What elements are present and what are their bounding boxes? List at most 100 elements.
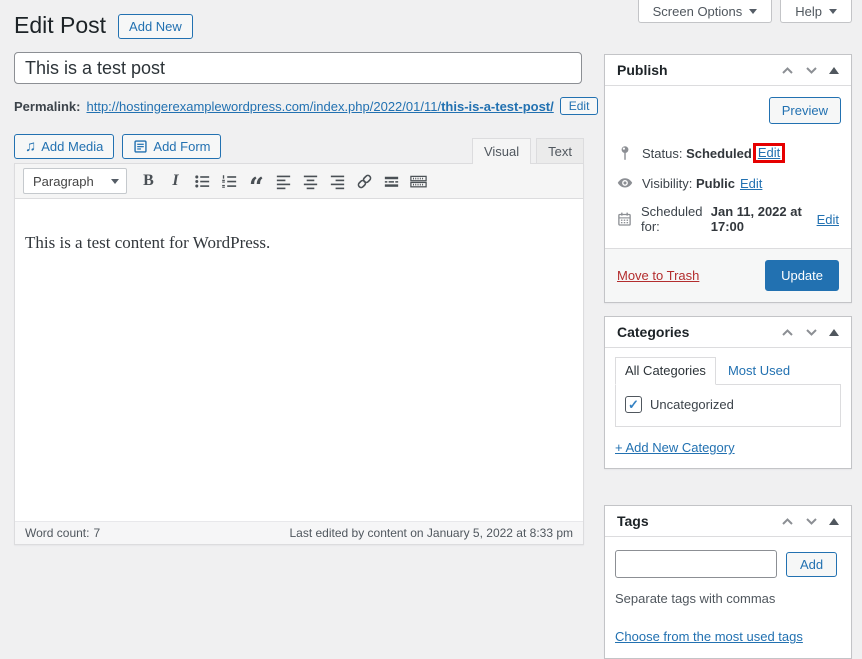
chevron-up-icon[interactable] [781,328,794,337]
screen-meta-links: Screen Options Help [638,0,852,23]
screen-options-button[interactable]: Screen Options [638,0,773,23]
paragraph-select-value: Paragraph [33,174,94,189]
italic-button[interactable]: I [162,168,189,194]
collapse-icon[interactable] [829,67,839,74]
preview-button[interactable]: Preview [769,97,841,124]
category-label: Uncategorized [650,397,734,412]
align-center-button[interactable] [297,168,324,194]
visibility-label: Visibility: [642,176,692,191]
toolbar-toggle-button[interactable] [405,168,432,194]
panel-controls [781,328,839,337]
align-center-icon [301,172,320,191]
tab-visual[interactable]: Visual [472,138,531,164]
add-new-category-link[interactable]: + Add New Category [615,440,735,455]
tab-all-categories[interactable]: All Categories [615,357,716,385]
chevron-down-icon [111,179,119,184]
publish-panel-header[interactable]: Publish [605,55,851,86]
word-count-value: 7 [93,526,100,540]
permalink-link[interactable]: http://hostingerexamplewordpress.com/ind… [86,99,553,114]
bulleted-list-icon [193,172,212,191]
help-button[interactable]: Help [780,0,852,23]
panel-controls [781,517,839,526]
editor: Paragraph B I “ [14,163,584,545]
publish-panel: Publish Preview Status: Scheduled Edit [604,54,852,303]
chevron-down-icon[interactable] [805,66,818,75]
add-form-button[interactable]: Add Form [122,134,221,159]
misc-publishing-actions: Status: Scheduled Edit Visibility: Public… [605,128,851,248]
dropdown-arrow-icon [829,9,837,14]
chevron-up-icon[interactable] [781,66,794,75]
help-label: Help [795,4,822,19]
visibility-edit-link[interactable]: Edit [740,176,762,191]
link-button[interactable] [351,168,378,194]
calendar-icon [617,211,632,227]
word-count-label: Word count: [25,526,89,540]
schedule-edit-link[interactable]: Edit [817,212,839,227]
page-title: Edit Post [14,11,106,41]
visibility-row: Visibility: Public Edit [617,176,839,191]
read-more-button[interactable] [378,168,405,194]
numbered-list-icon [220,172,239,191]
chevron-up-icon[interactable] [781,517,794,526]
numbered-list-button[interactable] [216,168,243,194]
blockquote-button[interactable]: “ [243,168,270,194]
paragraph-select[interactable]: Paragraph [23,168,127,194]
schedule-label: Scheduled for: [641,204,707,234]
post-title-input[interactable] [14,52,582,84]
categories-panel-title: Categories [617,324,689,340]
status-label: Status: [642,146,682,161]
toolbar-toggle-icon [409,172,428,191]
status-edit-link[interactable]: Edit [758,145,780,160]
align-right-icon [328,172,347,191]
visibility-value: Public [696,176,735,191]
status-value: Scheduled [686,146,752,161]
editor-canvas[interactable]: This is a test content for WordPress. [15,199,583,521]
tags-panel: Tags Add Separate tags with commas Choos… [604,505,852,659]
category-tabs: All Categories Most Used [605,348,851,384]
align-left-icon [274,172,293,191]
permalink-url-prefix: http://hostingerexamplewordpress.com/ind… [86,99,441,114]
schedule-row: Scheduled for: Jan 11, 2022 at 17:00 Edi… [617,204,839,234]
add-form-label: Add Form [153,139,210,154]
media-buttons: ♫ Add Media Add Form [14,134,221,159]
add-media-button[interactable]: ♫ Add Media [14,134,114,159]
bulleted-list-button[interactable] [189,168,216,194]
word-count: Word count: 7 [25,526,100,540]
permalink-edit-button[interactable]: Edit [560,97,599,115]
categories-panel: Categories All Categories Most Used Unca… [604,316,852,469]
chevron-down-icon[interactable] [805,517,818,526]
editor-header: ♫ Add Media Add Form Visual Text [14,134,584,163]
editor-mode-tabs: Visual Text [472,138,584,163]
screen-options-label: Screen Options [653,4,743,19]
chevron-down-icon[interactable] [805,328,818,337]
add-tag-button[interactable]: Add [786,552,837,577]
publish-panel-title: Publish [617,62,668,78]
checkbox-checked-icon[interactable] [625,396,642,413]
media-note-icon: ♫ [25,139,36,154]
choose-most-used-link[interactable]: Choose from the most used tags [615,629,803,644]
tags-input[interactable] [615,550,777,578]
add-new-button[interactable]: Add New [118,14,193,39]
align-right-button[interactable] [324,168,351,194]
sidebar: Publish Preview Status: Scheduled Edit [604,54,852,659]
categories-panel-header[interactable]: Categories [605,317,851,348]
update-button[interactable]: Update [765,260,839,291]
editor-paragraph: This is a test content for WordPress. [25,233,573,253]
link-icon [355,172,374,191]
tab-text[interactable]: Text [536,138,584,164]
collapse-icon[interactable] [829,329,839,336]
tags-panel-title: Tags [617,513,649,529]
tag-input-row: Add [615,550,841,578]
collapse-icon[interactable] [829,518,839,525]
last-edited: Last edited by content on January 5, 202… [289,526,573,540]
form-icon [133,139,148,154]
align-left-button[interactable] [270,168,297,194]
move-to-trash-link[interactable]: Move to Trash [617,268,699,283]
tab-most-used[interactable]: Most Used [716,358,802,384]
bold-button[interactable]: B [135,168,162,194]
tags-panel-header[interactable]: Tags [605,506,851,537]
read-more-icon [382,172,401,191]
category-item[interactable]: Uncategorized [625,396,840,413]
permalink-label: Permalink: [14,99,80,114]
add-media-label: Add Media [41,139,103,154]
